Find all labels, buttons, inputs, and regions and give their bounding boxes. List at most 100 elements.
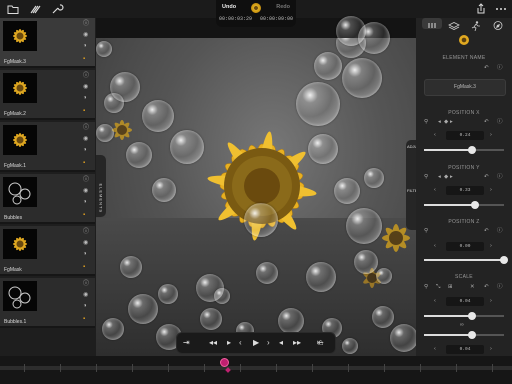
info-icon[interactable]: ⓘ <box>497 64 503 72</box>
lock-icon[interactable]: ▪ <box>83 316 85 322</box>
more-icon[interactable] <box>494 2 508 16</box>
keyframe-pin-icon[interactable]: ⚲ <box>424 283 428 291</box>
share-icon[interactable] <box>474 2 488 16</box>
info-icon[interactable]: ⓘ <box>83 281 89 287</box>
frame-forward-icon[interactable]: ◂ <box>279 337 283 349</box>
close-icon[interactable]: ✕ <box>470 283 475 291</box>
info-icon[interactable]: ⓘ <box>83 229 89 235</box>
info-icon[interactable]: ⓘ <box>83 73 89 79</box>
effects-brush-icon[interactable] <box>28 2 42 16</box>
slider-knob[interactable] <box>468 146 476 154</box>
blend-icon[interactable]: ◑ <box>83 303 87 309</box>
folder-icon[interactable] <box>6 2 20 16</box>
decrement-icon[interactable]: ‹ <box>434 131 436 139</box>
keyframe-prev-icon[interactable]: ◂ <box>438 118 441 126</box>
visibility-eye-icon[interactable]: ◉ <box>83 240 88 246</box>
lock-icon[interactable]: ▪ <box>83 56 85 62</box>
slider-knob[interactable] <box>468 312 476 320</box>
timeline[interactable] <box>0 356 512 384</box>
slider-knob[interactable] <box>471 201 480 209</box>
reset-icon[interactable]: ↶ <box>484 227 489 235</box>
visibility-eye-icon[interactable]: ◉ <box>83 136 88 142</box>
position-y-slider[interactable] <box>424 201 504 209</box>
history-knob[interactable] <box>251 3 261 13</box>
slider-knob[interactable] <box>468 331 476 339</box>
step-back-icon[interactable]: ◂◂ <box>209 337 217 349</box>
keyframe-add-icon[interactable]: ◆ <box>444 118 448 126</box>
keyframe-pin-icon[interactable]: ⚲ <box>424 173 428 181</box>
info-icon[interactable]: ⓘ <box>83 21 89 27</box>
step-forward-icon[interactable]: ▸▸ <box>293 337 301 349</box>
lock-icon[interactable]: ▪ <box>83 212 85 218</box>
decrement-icon[interactable]: ‹ <box>434 186 436 194</box>
reset-icon[interactable]: ↶ <box>484 64 489 72</box>
position-x-slider[interactable] <box>424 146 504 154</box>
blend-icon[interactable]: ◑ <box>83 251 87 257</box>
wrench-icon[interactable] <box>50 2 64 16</box>
tab-properties[interactable] <box>422 18 442 29</box>
scale-uniform-icon[interactable]: ⤡ <box>436 283 440 291</box>
layer-item[interactable]: FgMask ⓘ ◉ ◑ ▪ <box>0 226 95 276</box>
lock-icon[interactable]: ▪ <box>83 160 85 166</box>
layer-item[interactable]: Bubbles.1 ⓘ ◉ ◑ ▪ <box>0 278 95 328</box>
layer-item[interactable]: FgMask.3 ⓘ ◉ ◑ ▪ <box>0 18 95 68</box>
tab-compass[interactable] <box>488 18 508 30</box>
info-icon[interactable]: ⓘ <box>83 125 89 131</box>
blend-icon[interactable]: ◑ <box>83 95 87 101</box>
undo-button[interactable]: Undo <box>222 4 236 10</box>
lock-icon[interactable]: ▪ <box>83 108 85 114</box>
info-icon[interactable]: ⓘ <box>497 173 503 181</box>
position-y-value[interactable]: 0.33 <box>446 186 484 195</box>
decrement-icon[interactable]: ‹ <box>434 297 436 305</box>
link-icon[interactable]: ∞ <box>460 321 464 329</box>
scale-y-value[interactable]: 0.04 <box>446 345 484 354</box>
keyframe-pin-icon[interactable]: ⚲ <box>424 118 428 126</box>
info-icon[interactable]: ⓘ <box>497 227 503 235</box>
scale-x-value[interactable]: 0.04 <box>446 297 484 306</box>
position-z-slider[interactable] <box>424 256 508 264</box>
position-x-value[interactable]: 0.24 <box>446 131 484 140</box>
increment-icon[interactable]: › <box>490 186 492 194</box>
go-to-start-icon[interactable]: ⇥ <box>183 337 190 349</box>
info-icon[interactable]: ⓘ <box>497 118 503 126</box>
keyframe-next-icon[interactable]: ▸ <box>450 118 453 126</box>
lock-icon[interactable]: ▪ <box>83 264 85 270</box>
export-icon[interactable]: ⌂ <box>318 337 323 347</box>
scale-x-slider[interactable] <box>424 312 504 320</box>
visibility-eye-icon[interactable]: ◉ <box>83 188 88 194</box>
info-icon[interactable]: ⓘ <box>497 283 503 291</box>
keyframe-add-icon[interactable]: ◆ <box>444 173 448 181</box>
visibility-eye-icon[interactable]: ◉ <box>83 32 88 38</box>
decrement-icon[interactable]: ‹ <box>434 242 436 250</box>
keyframe-next-icon[interactable]: ▸ <box>450 173 453 181</box>
tab-layers[interactable] <box>444 18 464 30</box>
slider-knob[interactable] <box>500 256 508 264</box>
increment-icon[interactable]: › <box>490 345 492 353</box>
play-icon[interactable]: ▶ <box>253 337 259 349</box>
increment-icon[interactable]: › <box>490 297 492 305</box>
increment-icon[interactable]: › <box>490 242 492 250</box>
reset-icon[interactable]: ↶ <box>484 118 489 126</box>
elements-drawer-tab[interactable]: ELEMENTS <box>96 155 106 217</box>
timeline-track[interactable] <box>0 366 512 370</box>
visibility-eye-icon[interactable]: ◉ <box>83 84 88 90</box>
layer-item[interactable]: FgMask.1 ⓘ ◉ ◑ ▪ <box>0 122 95 172</box>
decrement-icon[interactable]: ‹ <box>434 345 436 353</box>
reset-icon[interactable]: ↶ <box>484 173 489 181</box>
layer-item[interactable]: FgMask.2 ⓘ ◉ ◑ ▪ <box>0 70 95 120</box>
element-name-field[interactable]: FgMask.3 <box>424 79 506 96</box>
next-frame-icon[interactable]: › <box>267 337 270 349</box>
redo-button[interactable]: Redo <box>276 4 290 10</box>
visibility-eye-icon[interactable]: ◉ <box>83 292 88 298</box>
adjust-filter-drawer-tab[interactable]: ADJUST FILTER <box>406 140 423 230</box>
keyframe-pin-icon[interactable]: ⚲ <box>424 227 428 235</box>
blend-icon[interactable]: ◑ <box>83 43 87 49</box>
position-z-value[interactable]: 0.00 <box>446 242 484 251</box>
increment-icon[interactable]: › <box>490 131 492 139</box>
frame-back-icon[interactable]: ▸ <box>227 337 231 349</box>
blend-icon[interactable]: ◑ <box>83 147 87 153</box>
composition-canvas[interactable] <box>96 38 416 356</box>
previous-frame-icon[interactable]: ‹ <box>239 337 242 349</box>
blend-icon[interactable]: ◑ <box>83 199 87 205</box>
layer-item[interactable]: Bubbles ⓘ ◉ ◑ ▪ <box>0 174 95 224</box>
